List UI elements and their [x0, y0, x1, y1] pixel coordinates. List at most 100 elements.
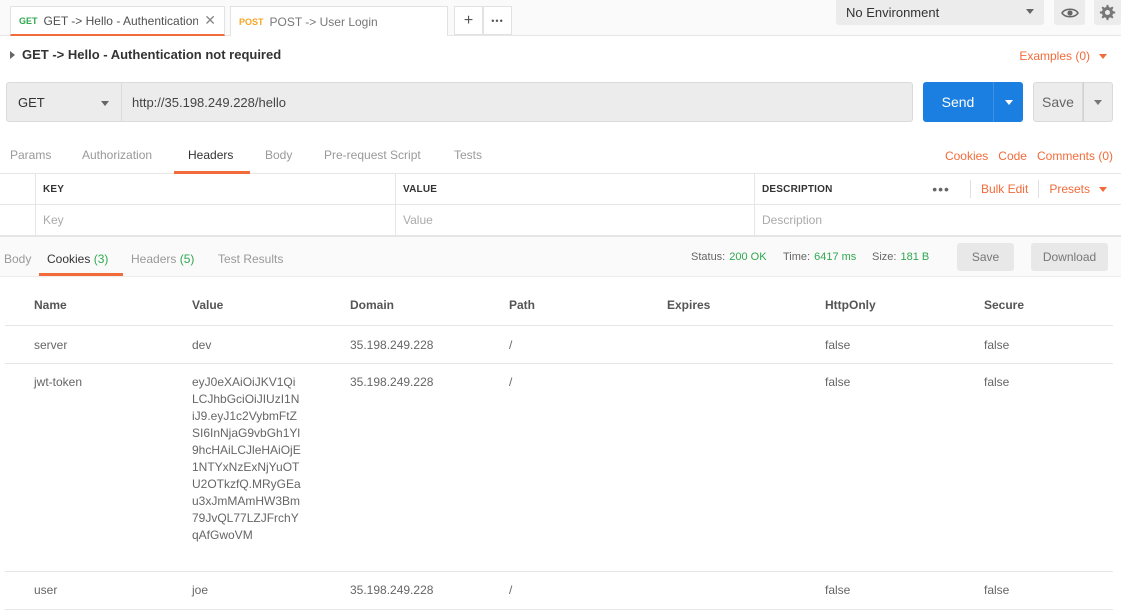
tab-pre-request-script[interactable]: Pre-request Script: [324, 148, 421, 162]
status-readout: Status: 200 OK: [691, 251, 767, 263]
column-header-name: Name: [34, 298, 67, 312]
tab-post-user-login[interactable]: POST POST -> User Login: [230, 6, 448, 36]
tab-authorization[interactable]: Authorization: [82, 148, 152, 162]
tab-response-headers[interactable]: Headers (5): [131, 252, 194, 266]
size-value: 181 B: [900, 251, 930, 263]
status-label: Status:: [691, 251, 726, 263]
cookie-httponly: false: [825, 375, 851, 389]
key-column-header: KEY: [35, 174, 395, 204]
headers-table-row: Key Value Description: [0, 205, 1121, 236]
more-dots-icon[interactable]: •••: [932, 181, 950, 197]
save-label: Save: [1042, 94, 1074, 110]
download-button[interactable]: Download: [1031, 243, 1108, 271]
column-header-value: Value: [192, 298, 224, 312]
send-label: Send: [941, 94, 975, 110]
time-label: Time:: [783, 251, 811, 263]
code-link[interactable]: Code: [998, 149, 1027, 163]
table-row: user joe 35.198.249.228 / false false: [5, 572, 1113, 610]
column-header-secure: Secure: [984, 298, 1025, 312]
tab-headers[interactable]: Headers: [188, 148, 233, 162]
response-save-button[interactable]: Save: [957, 243, 1014, 271]
headers-table-header: KEY VALUE DESCRIPTION ••• Bulk Edit Pres…: [0, 174, 1121, 205]
chevron-down-icon: [1099, 53, 1107, 59]
chevron-down-icon: [1099, 186, 1107, 192]
active-tab-indicator: [39, 273, 123, 276]
tab-label: Cookies: [47, 252, 91, 266]
tab-params[interactable]: Params: [10, 148, 51, 162]
presets-dropdown[interactable]: Presets: [1049, 182, 1090, 196]
cookie-path: /: [509, 375, 513, 389]
bulk-edit-link[interactable]: Bulk Edit: [981, 182, 1028, 196]
tab-options-button[interactable]: •••: [483, 6, 512, 35]
close-icon[interactable]: ✕: [204, 12, 216, 29]
save-button[interactable]: Save: [1033, 82, 1083, 122]
comments-link[interactable]: Comments (0): [1037, 149, 1113, 163]
tab-method-badge: POST: [239, 16, 264, 27]
manage-environments-button[interactable]: [1094, 0, 1121, 25]
time-readout: Time: 6417 ms: [783, 251, 856, 263]
gear-icon: [1099, 4, 1116, 21]
tab-body[interactable]: Body: [265, 148, 292, 162]
send-button[interactable]: Send: [923, 82, 993, 122]
caret-right-icon[interactable]: [10, 50, 15, 59]
save-options-button[interactable]: [1083, 82, 1113, 122]
cookie-name: jwt-token: [34, 375, 83, 389]
headers-table-actions: ••• Bulk Edit Presets: [932, 174, 1107, 204]
request-title: GET -> Hello - Authentication not requir…: [22, 47, 282, 62]
tab-test-results[interactable]: Test Results: [218, 252, 283, 266]
plus-icon: +: [463, 11, 474, 29]
chevron-down-icon: [101, 101, 109, 106]
send-options-button[interactable]: [993, 82, 1023, 122]
tab-title: GET -> Hello - Authentication no: [43, 13, 199, 28]
column-header-domain: Domain: [350, 298, 395, 312]
cookie-path: /: [509, 338, 513, 352]
tab-title: POST -> User Login: [269, 14, 378, 29]
chevron-down-icon: [1004, 99, 1013, 105]
size-readout: Size: 181 B: [872, 251, 929, 263]
column-header-httponly: HttpOnly: [825, 298, 876, 312]
description-field[interactable]: Description: [754, 205, 1121, 235]
more-dots-icon: •••: [491, 15, 504, 26]
divider: [1038, 180, 1040, 198]
url-input[interactable]: http://35.198.249.228/hello: [122, 82, 913, 122]
tab-tests[interactable]: Tests: [454, 148, 482, 162]
key-field[interactable]: Key: [35, 205, 395, 235]
method-select[interactable]: GET: [6, 82, 122, 122]
url-value: http://35.198.249.228/hello: [132, 94, 286, 110]
response-tabs: Body Cookies (3) Headers (5) Test Result…: [0, 236, 1121, 277]
method-value: GET: [18, 94, 45, 110]
request-tabs: Params Authorization Headers Body Pre-re…: [0, 138, 1121, 174]
cookies-count: (3): [93, 252, 109, 266]
tab-response-body[interactable]: Body: [4, 252, 31, 266]
description-column-header: DESCRIPTION: [754, 174, 954, 204]
environment-select[interactable]: No Environment: [836, 0, 1044, 25]
cookie-value: joe: [192, 583, 209, 597]
column-header-path: Path: [509, 298, 536, 312]
cookies-table-header: Name Value Domain Path Expires HttpOnly …: [5, 285, 1113, 326]
cookies-link[interactable]: Cookies: [945, 149, 988, 163]
examples-label: Examples (0): [1019, 49, 1090, 63]
tab-response-cookies[interactable]: Cookies (3): [47, 252, 108, 266]
cookie-secure: false: [984, 375, 1010, 389]
value-field[interactable]: Value: [395, 205, 754, 235]
cookie-httponly: false: [825, 338, 851, 352]
cookie-domain: 35.198.249.228: [350, 375, 434, 389]
request-links: Cookies Code Comments (0): [945, 149, 1113, 163]
cookie-domain: 35.198.249.228: [350, 338, 434, 352]
chevron-down-icon: [1026, 9, 1034, 14]
table-row: jwt-token eyJ0eXAiOiJKV1QiLCJhbGciOiJIUz…: [5, 364, 1113, 572]
request-name[interactable]: GET -> Hello - Authentication not requir…: [10, 47, 281, 62]
save-label: Save: [971, 250, 1000, 264]
column-header-expires: Expires: [667, 298, 711, 312]
tab-get-hello[interactable]: GET GET -> Hello - Authentication no ✕: [10, 6, 225, 36]
tab-bar: GET GET -> Hello - Authentication no ✕ P…: [0, 0, 1121, 36]
chevron-down-icon: [1094, 99, 1102, 105]
cookies-table: Name Value Domain Path Expires HttpOnly …: [5, 285, 1113, 610]
examples-dropdown[interactable]: Examples (0): [1019, 49, 1107, 63]
time-value: 6417 ms: [814, 251, 857, 263]
table-row: server dev 35.198.249.228 / false false: [5, 326, 1113, 364]
new-tab-button[interactable]: +: [454, 6, 483, 35]
environment-quick-look-button[interactable]: [1054, 0, 1085, 25]
download-label: Download: [1042, 250, 1097, 264]
divider: [969, 180, 971, 198]
